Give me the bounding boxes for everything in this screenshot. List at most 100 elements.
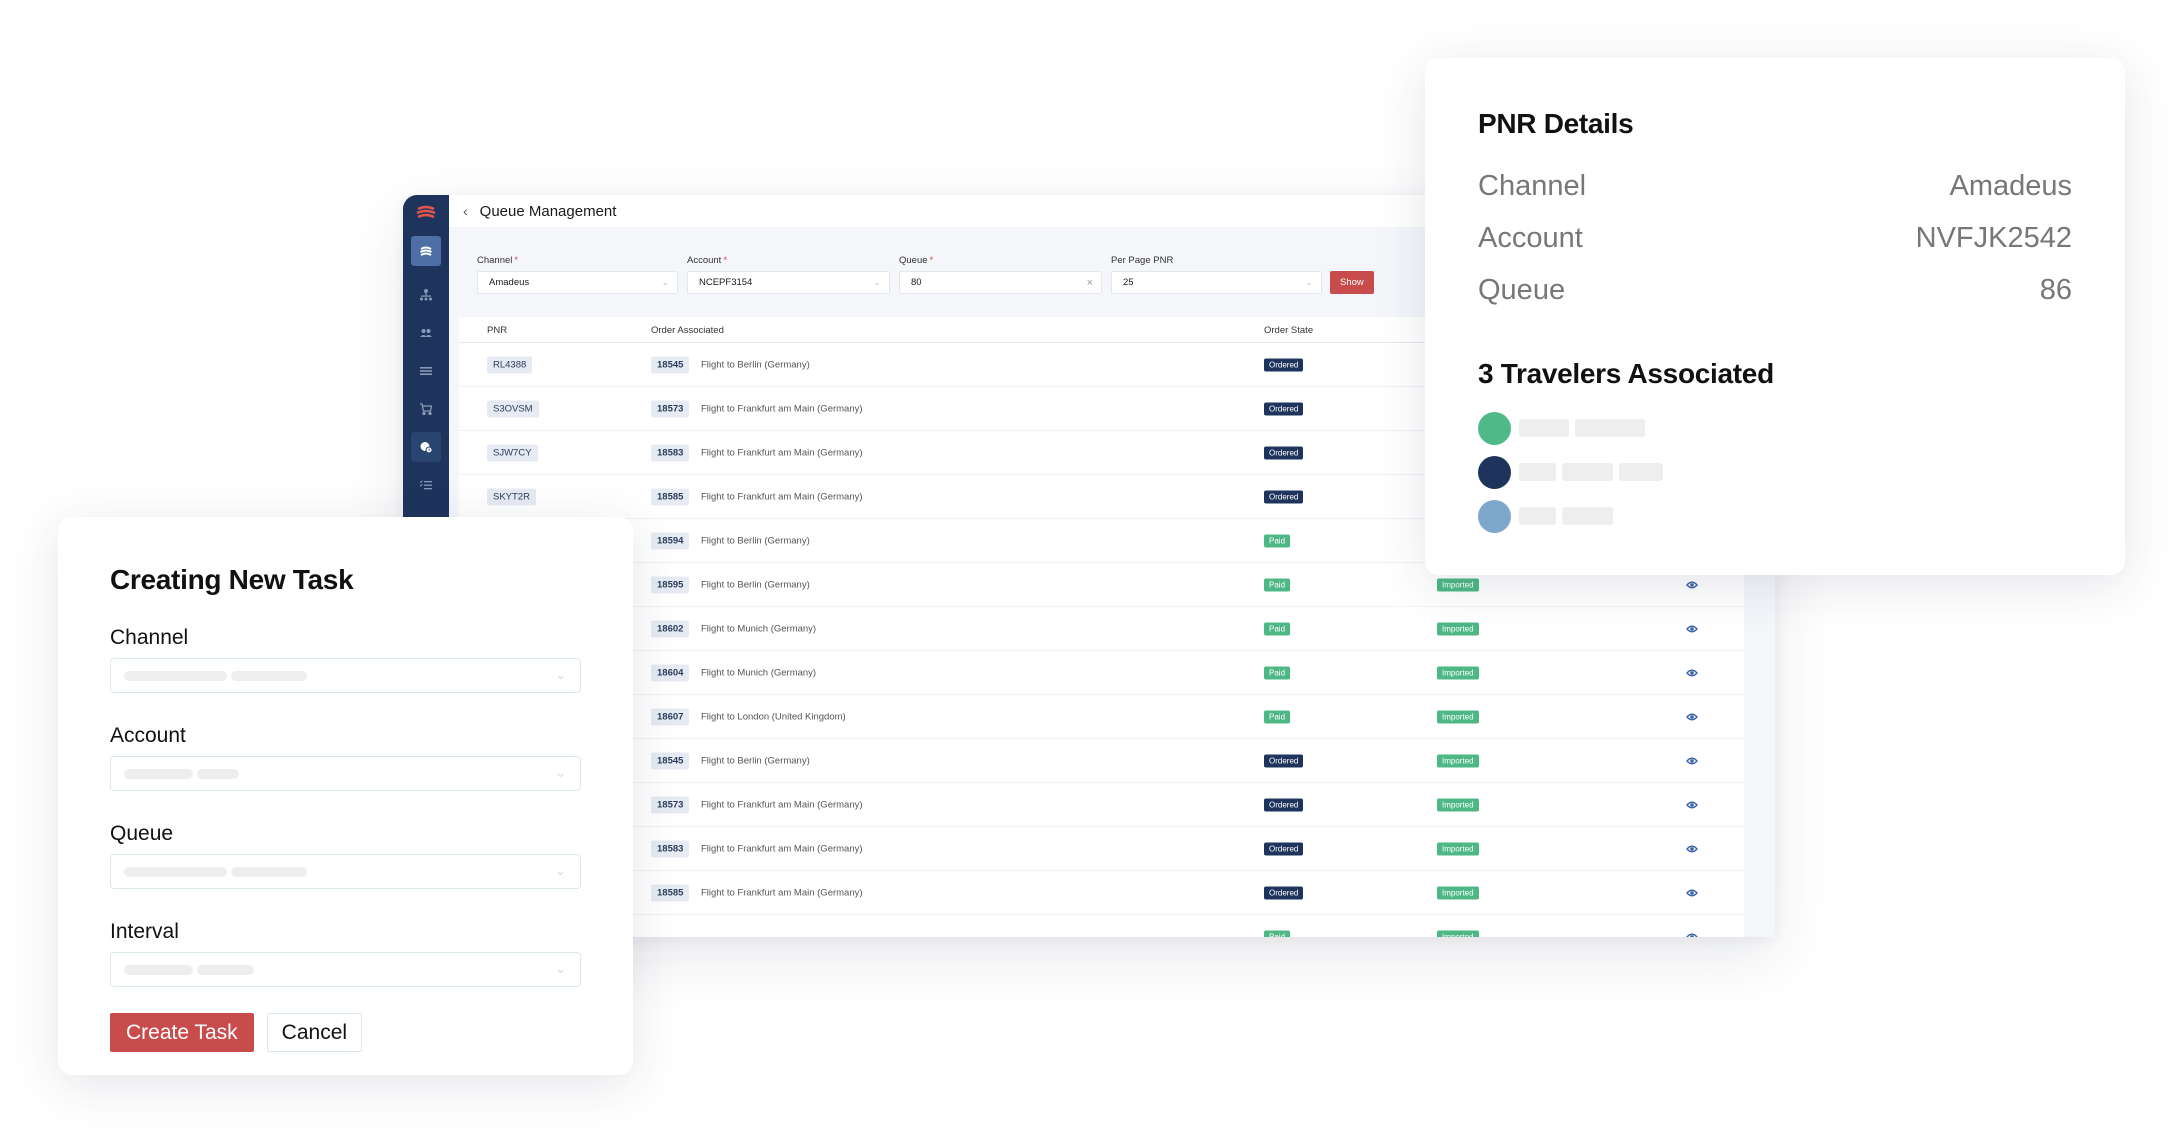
task-channel-select[interactable]: ⌄ — [110, 658, 581, 693]
detail-value: Amadeus — [1949, 169, 2072, 202]
table-row[interactable]: 18545 Flight to Berlin (Germany) Ordered Im… — [459, 739, 1744, 783]
order-id[interactable]: 18583 — [651, 840, 690, 857]
placeholder-bar — [124, 768, 193, 779]
eye-icon[interactable] — [1686, 799, 1698, 811]
order-id[interactable]: 18595 — [651, 576, 690, 593]
order-id[interactable]: 18585 — [651, 488, 690, 505]
pnr-details-title: PNR Details — [1478, 108, 1634, 139]
per-page-select[interactable]: 25 ⌄ — [1111, 271, 1322, 294]
brand-globe-icon — [420, 246, 432, 256]
create-task-button[interactable]: Create Task — [110, 1013, 254, 1052]
task-queue-select[interactable]: ⌄ — [110, 854, 581, 889]
pnr-code[interactable]: SKYT2R — [487, 488, 536, 505]
sidebar-item-home[interactable] — [411, 236, 441, 266]
order-state-badge: Ordered — [1264, 446, 1304, 459]
chevron-down-icon: ⌄ — [555, 961, 566, 976]
order-description: Flight to Berlin (Germany) — [701, 755, 810, 766]
table-row[interactable]: Paid Imported — [459, 915, 1744, 937]
order-id[interactable]: 18607 — [651, 708, 690, 725]
task-account-select[interactable]: ⌄ — [110, 756, 581, 791]
queue-input[interactable]: 80 × — [899, 271, 1102, 294]
placeholder-bar — [1575, 419, 1645, 437]
order-id[interactable]: 18583 — [651, 444, 690, 461]
import-status-badge: Imported — [1437, 798, 1479, 811]
eye-icon[interactable] — [1686, 623, 1698, 635]
queue-filter-label: Queue — [899, 255, 928, 266]
table-row[interactable]: 18583 Flight to Frankfurt am Main (German… — [459, 827, 1744, 871]
sidebar-item-users[interactable] — [411, 318, 441, 348]
import-status-badge: Imported — [1437, 754, 1479, 767]
pnr-code[interactable]: RL4388 — [487, 356, 533, 373]
table-row[interactable]: 18607 Flight to London (United Kingdom) Pa… — [459, 695, 1744, 739]
order-description: Flight to Frankfurt am Main (Germany) — [701, 799, 863, 810]
sidebar-item-orders[interactable] — [411, 394, 441, 424]
eye-icon[interactable] — [1686, 579, 1698, 591]
sidebar-item-list[interactable] — [411, 356, 441, 386]
order-id[interactable]: 18573 — [651, 400, 690, 417]
page-title: Queue Management — [479, 202, 617, 220]
traveler-item[interactable] — [1478, 406, 2072, 450]
order-description: Flight to Frankfurt am Main (Germany) — [701, 403, 863, 414]
order-id[interactable]: 18573 — [651, 796, 690, 813]
chevron-down-icon: ⌄ — [555, 765, 566, 780]
table-row[interactable]: 18604 Flight to Munich (Germany) Paid Impor… — [459, 651, 1744, 695]
order-id[interactable]: 18585 — [651, 884, 690, 901]
order-state-badge: Paid — [1264, 578, 1291, 591]
order-id[interactable]: 18545 — [651, 356, 690, 373]
chevron-left-icon[interactable]: ‹ — [463, 203, 468, 219]
placeholder-bar — [124, 866, 227, 877]
eye-icon[interactable] — [1686, 755, 1698, 767]
show-button[interactable]: Show — [1330, 271, 1374, 294]
sidebar-item-tasks[interactable] — [411, 470, 441, 500]
order-id[interactable]: 18545 — [651, 752, 690, 769]
eye-icon[interactable] — [1686, 711, 1698, 723]
eye-icon[interactable] — [1686, 887, 1698, 899]
table-row[interactable]: 18573 Flight to Frankfurt am Main (German… — [459, 783, 1744, 827]
traveler-list — [1478, 406, 2072, 538]
per-page-filter: Per Page PNR 25 ⌄ — [1111, 255, 1322, 294]
order-description: Flight to Berlin (Germany) — [701, 535, 810, 546]
detail-label: Queue — [1478, 273, 1566, 306]
sidebar-item-organization[interactable] — [411, 280, 441, 310]
eye-icon[interactable] — [1686, 931, 1698, 938]
order-description: Flight to Frankfurt am Main (Germany) — [701, 887, 863, 898]
column-header-state[interactable]: Order State — [1264, 325, 1313, 336]
task-queue-label: Queue — [110, 822, 174, 845]
task-interval-select[interactable]: ⌄ — [110, 952, 581, 987]
import-status-badge: Imported — [1437, 886, 1479, 899]
channel-select[interactable]: Amadeus ⌄ — [477, 271, 678, 294]
order-state-badge: Ordered — [1264, 402, 1304, 415]
channel-select-value: Amadeus — [489, 277, 530, 288]
detail-value: 86 — [2039, 273, 2072, 306]
order-description: Flight to Frankfurt am Main (Germany) — [701, 843, 863, 854]
column-header-order[interactable]: Order Associated — [651, 325, 724, 336]
eye-icon[interactable] — [1686, 667, 1698, 679]
order-state-badge: Ordered — [1264, 490, 1304, 503]
cancel-button[interactable]: Cancel — [266, 1013, 363, 1052]
traveler-item[interactable] — [1478, 494, 2072, 538]
order-id[interactable]: 18594 — [651, 532, 690, 549]
pnr-code[interactable]: SJW7CY — [487, 444, 538, 461]
order-id[interactable]: 18602 — [651, 620, 690, 637]
eye-icon[interactable] — [1686, 843, 1698, 855]
account-select[interactable]: NCEPF3154 ⌄ — [687, 271, 890, 294]
order-id[interactable]: 18604 — [651, 664, 690, 681]
column-header-pnr[interactable]: PNR — [487, 325, 507, 336]
table-row[interactable]: 18585 Flight to Frankfurt am Main (German… — [459, 871, 1744, 915]
table-row[interactable]: 18602 Flight to Munich (Germany) Paid Impor… — [459, 607, 1744, 651]
menu-lines-icon — [420, 367, 432, 375]
required-mark: * — [929, 255, 934, 266]
order-description: Flight to Frankfurt am Main (Germany) — [701, 447, 863, 458]
placeholder-bar — [1519, 507, 1556, 525]
task-interval-label: Interval — [110, 920, 179, 943]
clear-icon[interactable]: × — [1087, 277, 1093, 289]
pnr-code[interactable]: S3OVSM — [487, 400, 539, 417]
sidebar-item-queue[interactable] — [411, 432, 441, 462]
org-chart-icon — [420, 289, 432, 301]
traveler-item[interactable] — [1478, 450, 2072, 494]
traveler-avatar — [1478, 499, 1511, 533]
import-status-badge: Imported — [1437, 842, 1479, 855]
channel-filter-label: Channel — [477, 255, 513, 266]
traveler-avatar — [1478, 411, 1511, 445]
order-state-badge: Ordered — [1264, 842, 1304, 855]
